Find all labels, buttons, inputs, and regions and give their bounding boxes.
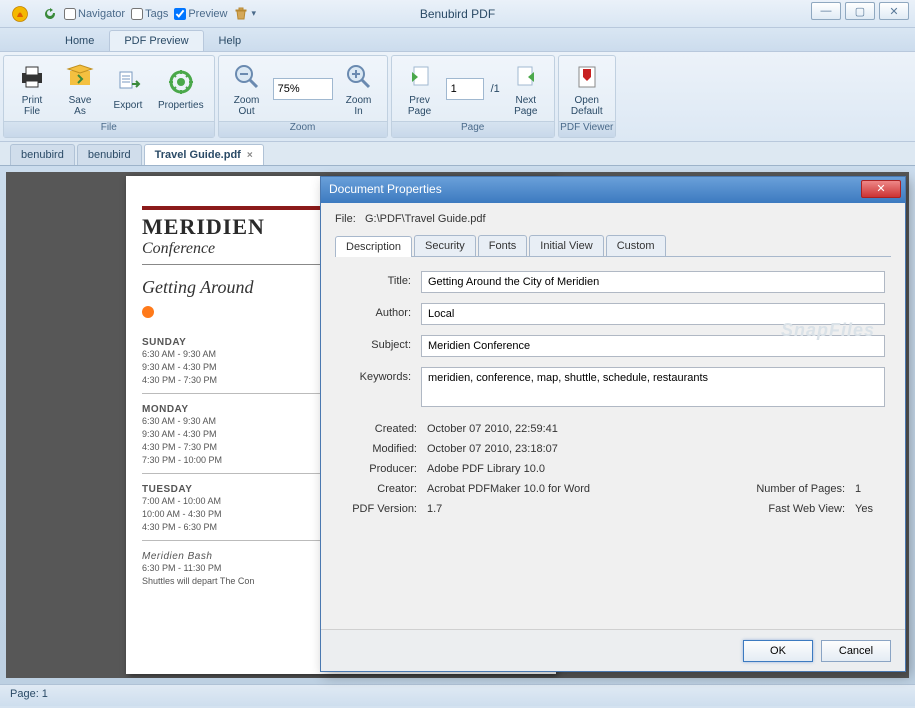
cancel-button[interactable]: Cancel xyxy=(821,640,891,662)
dialog-title[interactable]: Document Properties ✕ xyxy=(321,177,905,203)
ribbon-group-file: PrintFile SaveAs Export Properties File xyxy=(3,55,215,138)
maximize-button[interactable]: ▢ xyxy=(845,2,875,20)
creator-value: Acrobat PDFMaker 10.0 for Word xyxy=(427,483,590,495)
created-value: October 07 2010, 22:59:41 xyxy=(427,423,558,435)
subject-label: Subject: xyxy=(341,335,421,351)
ribbon-group-viewer: OpenDefault PDF Viewer xyxy=(558,55,616,138)
producer-label: Producer: xyxy=(341,463,427,475)
tab-security[interactable]: Security xyxy=(414,235,476,256)
doc-tabstrip: benubird benubird Travel Guide.pdf× xyxy=(0,142,915,166)
tags-check[interactable]: Tags xyxy=(131,8,168,20)
navigator-label: Navigator xyxy=(78,8,125,20)
trash-icon[interactable] xyxy=(233,6,249,22)
print-file-button[interactable]: PrintFile xyxy=(10,59,54,119)
modified-value: October 07 2010, 23:18:07 xyxy=(427,443,558,455)
file-label: File: xyxy=(335,213,356,225)
preview-label: Preview xyxy=(188,8,227,20)
fastweb-value: Yes xyxy=(855,503,885,515)
doc-tab-3[interactable]: Travel Guide.pdf× xyxy=(144,144,264,165)
tab-fonts[interactable]: Fonts xyxy=(478,235,528,256)
document-properties-dialog: Document Properties ✕ File: G:\PDF\Trave… xyxy=(320,176,906,672)
tab-custom[interactable]: Custom xyxy=(606,235,666,256)
export-button[interactable]: Export xyxy=(106,64,150,113)
tab-description[interactable]: Description xyxy=(335,236,412,257)
navigator-check[interactable]: Navigator xyxy=(64,8,125,20)
group-viewer-label: PDF Viewer xyxy=(559,121,615,137)
pdfver-value: 1.7 xyxy=(427,503,442,515)
page-total: /1 xyxy=(491,83,500,95)
tab-help[interactable]: Help xyxy=(204,30,257,51)
prev-page-button[interactable]: PrevPage xyxy=(398,59,442,119)
ribbon-group-zoom: ZoomOut ZoomIn Zoom xyxy=(218,55,388,138)
titlebar: Navigator Tags Preview ▾ Benubird PDF ― … xyxy=(0,0,915,28)
tab-initial-view[interactable]: Initial View xyxy=(529,235,603,256)
group-file-label: File xyxy=(4,121,214,137)
pages-value: 1 xyxy=(855,483,885,495)
page-input[interactable] xyxy=(446,78,484,100)
keywords-field[interactable] xyxy=(421,367,885,407)
tab-pdf-preview[interactable]: PDF Preview xyxy=(109,30,203,51)
created-label: Created: xyxy=(341,423,427,435)
fastweb-label: Fast Web View: xyxy=(735,503,855,515)
preview-check[interactable]: Preview xyxy=(174,8,227,20)
minimize-button[interactable]: ― xyxy=(811,2,841,20)
close-button[interactable]: ✕ xyxy=(879,2,909,20)
subject-field[interactable] xyxy=(421,335,885,357)
zoom-in-button[interactable]: ZoomIn xyxy=(337,59,381,119)
zoom-out-button[interactable]: ZoomOut xyxy=(225,59,269,119)
author-label: Author: xyxy=(341,303,421,319)
title-label: Title: xyxy=(341,271,421,287)
save-as-button[interactable]: SaveAs xyxy=(58,59,102,119)
app-icon xyxy=(6,2,34,26)
author-field[interactable] xyxy=(421,303,885,325)
dropdown-icon[interactable]: ▾ xyxy=(251,8,256,19)
keywords-label: Keywords: xyxy=(341,367,421,383)
dialog-buttons: OK Cancel xyxy=(321,629,905,671)
refresh-icon[interactable] xyxy=(42,6,58,22)
next-page-button[interactable]: NextPage xyxy=(504,59,548,119)
window-controls: ― ▢ ✕ xyxy=(811,2,909,20)
creator-label: Creator: xyxy=(341,483,427,495)
tab-home[interactable]: Home xyxy=(50,30,109,51)
pages-label: Number of Pages: xyxy=(735,483,855,495)
open-default-button[interactable]: OpenDefault xyxy=(565,59,609,119)
dialog-close-button[interactable]: ✕ xyxy=(861,180,901,198)
producer-value: Adobe PDF Library 10.0 xyxy=(427,463,545,475)
dialog-panel: Title: Author: Subject: Keywords: Create… xyxy=(335,257,891,529)
close-icon[interactable]: × xyxy=(247,150,253,161)
ok-button[interactable]: OK xyxy=(743,640,813,662)
ribbon: PrintFile SaveAs Export Properties File … xyxy=(0,52,915,142)
doc-tab-2[interactable]: benubird xyxy=(77,144,142,165)
status-page: Page: 1 xyxy=(10,688,48,700)
ribbon-group-page: PrevPage /1 NextPage Page xyxy=(391,55,555,138)
modified-label: Modified: xyxy=(341,443,427,455)
properties-button[interactable]: Properties xyxy=(154,64,208,113)
title-field[interactable] xyxy=(421,271,885,293)
dialog-tabs: Description Security Fonts Initial View … xyxy=(335,235,891,257)
app-title: Benubird PDF xyxy=(420,7,495,21)
orange-dot-icon xyxy=(142,306,154,318)
statusbar: Page: 1 xyxy=(0,684,915,706)
file-value: G:\PDF\Travel Guide.pdf xyxy=(365,213,486,225)
zoom-combo[interactable] xyxy=(273,78,333,100)
doc-tab-1[interactable]: benubird xyxy=(10,144,75,165)
group-page-label: Page xyxy=(392,121,554,137)
tags-label: Tags xyxy=(145,8,168,20)
menu-tabs: Home PDF Preview Help xyxy=(0,28,915,52)
pdfver-label: PDF Version: xyxy=(341,503,427,515)
group-zoom-label: Zoom xyxy=(219,121,387,137)
